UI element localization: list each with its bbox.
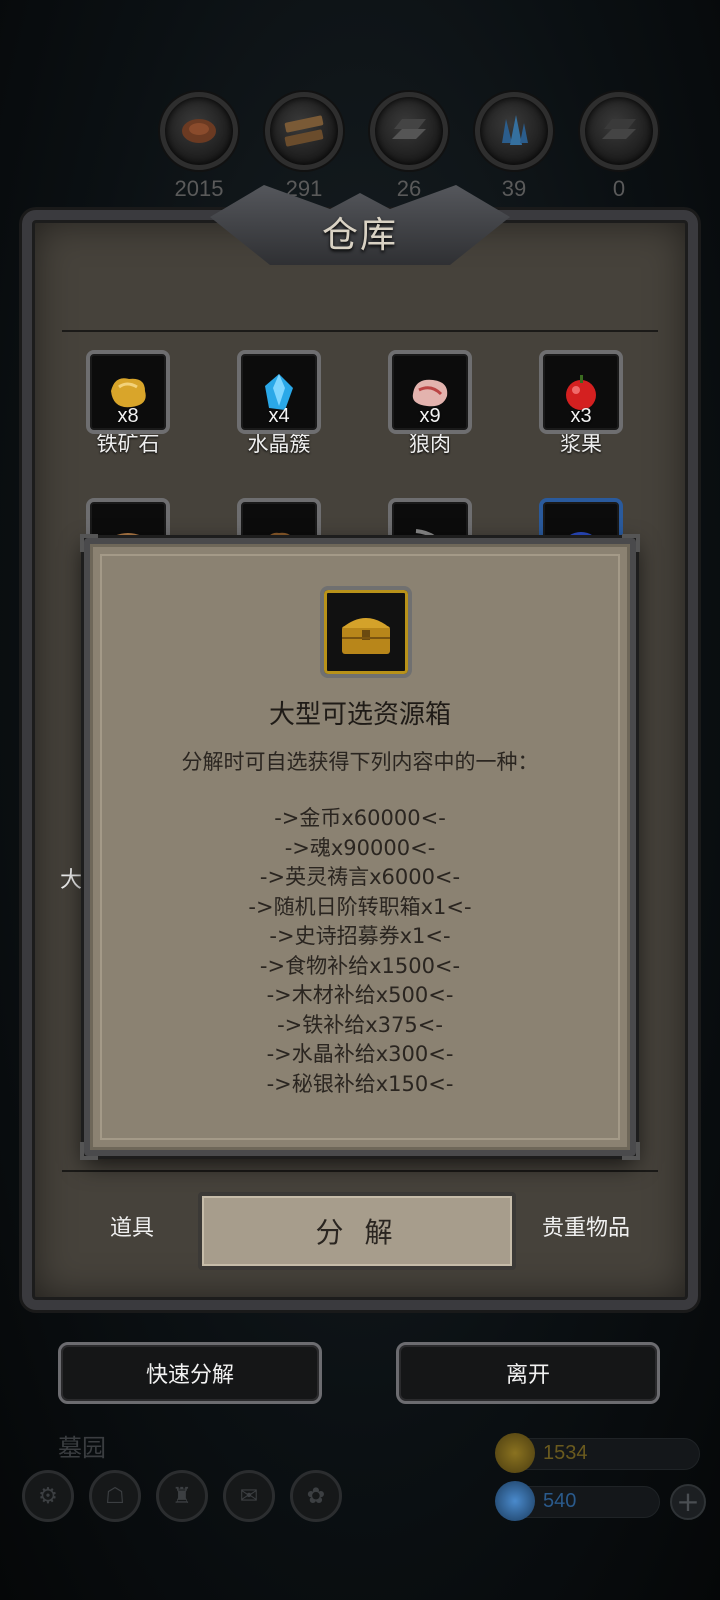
reward-option: ->英灵祷言x6000<- bbox=[259, 865, 461, 889]
treasure-chest-icon bbox=[320, 586, 412, 678]
resource-count: 39 bbox=[501, 176, 527, 201]
decompose-button[interactable]: 分 解 bbox=[198, 1192, 516, 1270]
gem-icon bbox=[495, 1481, 535, 1521]
reward-option: ->史诗招募券x1<- bbox=[269, 924, 451, 948]
wolf-meat-icon: x9 bbox=[388, 350, 472, 434]
gold-counter: 1534 bbox=[495, 1433, 700, 1473]
reward-option: ->木材补给x500<- bbox=[266, 983, 454, 1007]
reward-option: ->魂x90000<- bbox=[284, 835, 436, 860]
shop-icon[interactable]: ✿ bbox=[290, 1470, 342, 1522]
warehouse-title: 仓库 bbox=[321, 215, 398, 256]
item-quantity: x4 bbox=[268, 405, 290, 427]
wood-icon bbox=[265, 92, 343, 170]
item-slot-iron-ore[interactable]: x8 铁矿石 bbox=[86, 350, 170, 458]
reward-option: ->随机日阶转职箱x1<- bbox=[248, 894, 472, 919]
resource-crystal[interactable]: 39 bbox=[475, 92, 553, 202]
guild-icon[interactable]: ♜ bbox=[156, 1470, 208, 1522]
leave-button[interactable]: 离开 bbox=[396, 1342, 660, 1404]
modal-corner bbox=[622, 534, 640, 552]
resource-count: 0 bbox=[612, 176, 626, 201]
crystal-cluster-icon: x4 bbox=[237, 350, 321, 434]
modal-corner bbox=[622, 1142, 640, 1160]
tab-valuables[interactable]: 贵重物品 bbox=[542, 1210, 630, 1242]
meat-icon bbox=[160, 92, 238, 170]
modal-corner bbox=[80, 1142, 98, 1160]
gem-value: 540 bbox=[543, 1490, 577, 1512]
item-slot-crystal-cluster[interactable]: x4 水晶簇 bbox=[237, 350, 321, 458]
tab-items[interactable]: 道具 bbox=[110, 1210, 154, 1242]
resource-wood[interactable]: 291 bbox=[265, 92, 343, 202]
item-slot-berry[interactable]: x3 浆果 bbox=[539, 350, 623, 458]
resource-count: 2015 bbox=[174, 176, 224, 201]
settings-icon[interactable]: ⚙ bbox=[22, 1470, 74, 1522]
item-quantity: x3 bbox=[570, 405, 592, 427]
bottom-divider bbox=[62, 1170, 658, 1172]
modal-description: 分解时可自选获得下列内容中的一种： bbox=[181, 750, 539, 774]
mithril-icon bbox=[580, 92, 658, 170]
modal-corner bbox=[80, 534, 98, 552]
resource-bar: 2015 291 26 39 0 bbox=[160, 92, 680, 202]
hero-icon[interactable]: ☖ bbox=[89, 1470, 141, 1522]
reward-option: ->铁补给x375<- bbox=[277, 1012, 443, 1037]
iron-icon bbox=[370, 92, 448, 170]
modal-title: 大型可选资源箱 bbox=[268, 700, 451, 730]
reward-options-list: ->金币x60000<- ->魂x90000<- ->英灵祷言x6000<- -… bbox=[90, 804, 630, 1099]
quick-decompose-button[interactable]: 快速分解 bbox=[58, 1342, 322, 1404]
add-currency-button[interactable]: + bbox=[670, 1484, 706, 1520]
berry-icon: x3 bbox=[539, 350, 623, 434]
reward-option: ->秘银补给x150<- bbox=[266, 1071, 454, 1096]
reward-option: ->水晶补给x300<- bbox=[266, 1042, 454, 1066]
reward-option: ->金币x60000<- bbox=[274, 806, 446, 830]
area-name: 墓园 bbox=[58, 1434, 106, 1462]
item-detail-modal: 大型可选资源箱 分解时可自选获得下列内容中的一种： ->金币x60000<- -… bbox=[80, 534, 640, 1160]
item-slot-wolf-meat[interactable]: x9 狼肉 bbox=[388, 350, 472, 458]
top-divider bbox=[62, 330, 658, 332]
gold-icon bbox=[495, 1433, 535, 1473]
reward-option: ->食物补给x1500<- bbox=[259, 953, 461, 978]
crystal-icon bbox=[475, 92, 553, 170]
item-quantity: x9 bbox=[419, 405, 441, 427]
gem-counter: 540 bbox=[495, 1481, 660, 1521]
resource-meat[interactable]: 2015 bbox=[160, 92, 238, 202]
item-quantity: x8 bbox=[117, 405, 139, 427]
gold-value: 1534 bbox=[543, 1442, 588, 1464]
mail-icon[interactable]: ✉ bbox=[223, 1470, 275, 1522]
resource-iron[interactable]: 26 bbox=[370, 92, 448, 202]
iron-ore-icon: x8 bbox=[86, 350, 170, 434]
resource-mithril[interactable]: 0 bbox=[580, 92, 658, 202]
